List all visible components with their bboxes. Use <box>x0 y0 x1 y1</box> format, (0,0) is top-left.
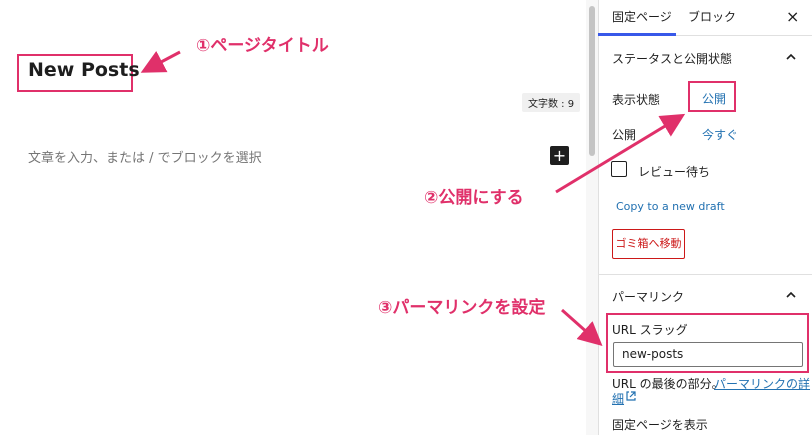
arrow-to-title <box>140 50 181 73</box>
annotation-arrows <box>140 50 686 346</box>
arrow-to-visibility <box>555 113 686 194</box>
arrow-to-permalink <box>561 308 603 346</box>
